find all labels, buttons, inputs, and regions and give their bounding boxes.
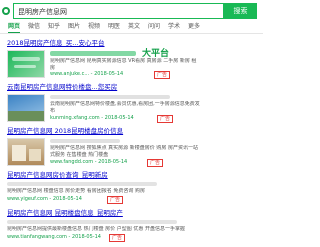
ad-badge: 广告 — [107, 196, 124, 204]
search-button[interactable]: 搜索 — [224, 3, 257, 19]
tab-scholar[interactable]: 学术 — [168, 22, 180, 32]
blurred-text — [50, 95, 170, 99]
result-title-link[interactable]: 昆明房产信息网 2018昆明楼盘房价信息 — [7, 126, 207, 136]
thumbnail-building — [12, 145, 26, 161]
blurred-text — [7, 182, 157, 186]
result-url[interactable]: www.fangdd.com - 2018-05-14 — [50, 159, 127, 166]
thumbnail-landscape — [8, 111, 44, 121]
blurred-text — [50, 139, 120, 143]
thumbnail-building — [29, 149, 41, 161]
ad-badge: 广告 — [147, 159, 164, 167]
header-divider — [0, 33, 263, 34]
search-results-page: 昆明房产信息网 搜索 网页 微信 知乎 图片 视频 明医 英文 问问 学术 更多… — [0, 0, 263, 247]
ad-badge: 广告 — [157, 115, 174, 123]
tab-more[interactable]: 更多 — [188, 22, 200, 32]
result-title-link[interactable]: 昆明房产信息网 昆明楼盘信息_昆明房产 — [7, 208, 207, 218]
result-snippet: 昆明房产信息网提供最新楼盘信息 热门楼盘 房价 户型图 优惠 开盘信息一手掌握 — [7, 226, 185, 232]
blurred-logo-text — [14, 65, 36, 68]
result-snippet: 云南昆明房产信息网特价楼盘,会员优惠,看房团,一手房源信息免费发布 — [50, 101, 200, 114]
ad-badge: 广告 — [109, 234, 126, 242]
result-thumbnail[interactable] — [7, 138, 45, 166]
tab-wechat[interactable]: 微信 — [28, 22, 40, 32]
search-input[interactable]: 昆明房产信息网 — [18, 7, 218, 17]
result-url[interactable]: www.tianfangwang.com - 2018-05-14 — [7, 234, 101, 241]
result-snippet: 昆明房产信息网 搜狐焦点 真实房源 新楼盘房价 购房 房产资讯一站式服务 在售楼… — [50, 145, 198, 158]
tab-images[interactable]: 图片 — [68, 22, 80, 32]
result-item: 云南昆明房产信息网特价楼盘...您买房 云南昆明房产信息网特价楼盘,会员优惠,看… — [7, 82, 207, 124]
tab-wenwen[interactable]: 问问 — [148, 22, 160, 32]
result-item: 昆明房产信息网房价查询_昆明新房 昆明房产信息网 楼盘信息 房价走势 看房团报名… — [7, 170, 207, 206]
result-url[interactable]: www.anjuke.c... - 2018-05-14 — [50, 71, 123, 78]
result-item: 昆明房产信息网 2018昆明楼盘房价信息 昆明房产信息网 搜狐焦点 真实房源 新… — [7, 126, 207, 168]
sogou-logo-icon[interactable] — [2, 7, 10, 15]
tab-video[interactable]: 视频 — [88, 22, 100, 32]
tab-medical[interactable]: 明医 — [108, 22, 120, 32]
result-title-link[interactable]: 昆明房产信息网房价查询_昆明新房 — [7, 170, 207, 180]
ad-badge: 广告 — [154, 71, 171, 79]
search-header: 昆明房产信息网 搜索 网页 微信 知乎 图片 视频 明医 英文 问问 学术 更多 — [0, 0, 263, 34]
tab-zhihu[interactable]: 知乎 — [48, 22, 60, 32]
blurred-highlight — [50, 51, 136, 56]
tab-english[interactable]: 英文 — [128, 22, 140, 32]
result-item: 昆明房产信息网 昆明楼盘信息_昆明房产 昆明房产信息网提供最新楼盘信息 热门楼盘… — [7, 208, 207, 246]
tab-web[interactable]: 网页 — [8, 22, 20, 32]
result-snippet: 昆明房产信息网 楼盘信息 房价走势 看房团报名 免费咨询 购房 — [7, 188, 145, 194]
blurred-text — [7, 220, 177, 224]
result-item: 2018昆明房产信息_买...安心平台 大平台 昆明房产信息网 昆明真实房源信息… — [7, 38, 207, 80]
result-url[interactable]: www.yigeuf.com - 2018-05-14 — [7, 196, 82, 203]
blurred-logo-text — [12, 57, 40, 61]
result-url[interactable]: kunming.xfang.com - 2018-05-14 — [50, 115, 134, 122]
result-snippet: 昆明房产信息网 昆明真实房源信息 VR看房 真房源 二手房 新房 租房 — [50, 58, 197, 71]
search-box[interactable]: 昆明房产信息网 — [13, 3, 224, 19]
result-thumbnail[interactable] — [7, 50, 45, 78]
result-title-link[interactable]: 云南昆明房产信息网特价楼盘...您买房 — [7, 82, 207, 92]
result-title-link[interactable]: 2018昆明房产信息_买...安心平台 — [7, 38, 207, 48]
result-thumbnail[interactable] — [7, 94, 45, 122]
